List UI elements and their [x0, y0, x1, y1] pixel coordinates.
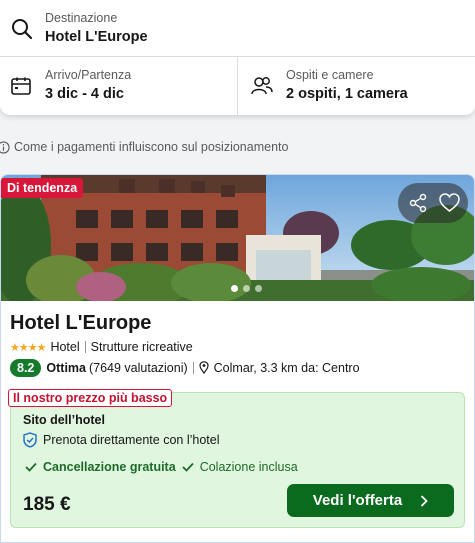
view-deal-button[interactable]: Vedi l'offerta: [287, 484, 454, 517]
deal-box[interactable]: Sito dell’hotel Prenota direttamente con…: [10, 392, 465, 528]
rating-line: 8.2 Ottima (7649 valutazioni) Colmar, 3.…: [10, 358, 360, 377]
hotel-meta: ★★★★ Hotel Strutture ricreative: [10, 340, 193, 354]
search-card: Destinazione Hotel L'Europe Arrivo/Parte…: [0, 0, 475, 115]
guests-label: Ospiti e camere: [286, 68, 374, 82]
view-deal-label: Vedi l'offerta: [312, 492, 403, 509]
direct-booking: Prenota direttamente con l’hotel: [23, 432, 220, 448]
hotel-photo[interactable]: Di tendenza: [1, 175, 474, 301]
score-label: Ottima: [46, 360, 86, 375]
info-icon: [0, 140, 10, 154]
free-cancellation: Cancellazione gratuita: [43, 460, 176, 474]
chevron-right-icon: [421, 494, 428, 507]
score-badge: 8.2: [10, 358, 42, 377]
guests-value: 2 ospiti, 1 camera: [286, 86, 408, 102]
search-icon: [12, 19, 33, 40]
separator: [192, 361, 194, 374]
destination-label: Destinazione: [45, 11, 118, 25]
photo-pagination: [231, 285, 262, 292]
people-icon: [251, 77, 273, 95]
dates-label: Arrivo/Partenza: [45, 68, 132, 82]
trending-badge: Di tendenza: [1, 178, 84, 198]
heart-icon[interactable]: [439, 193, 460, 213]
dates-value: 3 dic - 4 dic: [45, 86, 124, 102]
check-icon: [25, 462, 37, 472]
ranking-info-text: Come i pagamenti influiscono sul posizio…: [14, 140, 289, 154]
photo-actions: [398, 183, 468, 223]
hotel-name[interactable]: Hotel L'Europe: [10, 312, 151, 335]
hotel-category: Strutture ricreative: [90, 340, 193, 354]
star-rating-icon: ★★★★: [10, 341, 46, 354]
pagination-dot[interactable]: [231, 285, 238, 292]
price: 185 €: [23, 494, 71, 515]
review-count: (7649 valutazioni): [88, 360, 188, 375]
pagination-dot[interactable]: [243, 285, 250, 292]
breakfast-included: Colazione inclusa: [199, 460, 298, 474]
guests-field[interactable]: Ospiti e camere 2 ospiti, 1 camera: [238, 57, 475, 115]
hotel-card[interactable]: Di tendenza Hotel L'Europe ★★★★ Hotel St…: [0, 174, 475, 543]
direct-booking-text: Prenota direttamente con l’hotel: [43, 433, 220, 447]
hotel-location: Colmar, 3.3 km da: Centro: [213, 360, 360, 375]
calendar-icon: [11, 77, 31, 95]
shield-check-icon: [23, 432, 37, 448]
share-icon[interactable]: [408, 193, 428, 213]
provider-name: Sito dell’hotel: [23, 413, 105, 427]
lowest-price-tag: Il nostro prezzo più basso: [8, 389, 173, 407]
check-icon: [182, 462, 194, 472]
destination-field[interactable]: Destinazione Hotel L'Europe: [0, 0, 475, 57]
destination-value: Hotel L'Europe: [45, 29, 148, 45]
ranking-info-link[interactable]: Come i pagamenti influiscono sul posizio…: [0, 139, 288, 155]
hotel-type: Hotel: [50, 340, 80, 354]
separator: [84, 341, 86, 353]
location-pin-icon: [199, 361, 209, 374]
deal-perks: Cancellazione gratuita Colazione inclusa: [25, 460, 298, 474]
dates-field[interactable]: Arrivo/Partenza 3 dic - 4 dic: [0, 57, 237, 115]
pagination-dot[interactable]: [255, 285, 262, 292]
